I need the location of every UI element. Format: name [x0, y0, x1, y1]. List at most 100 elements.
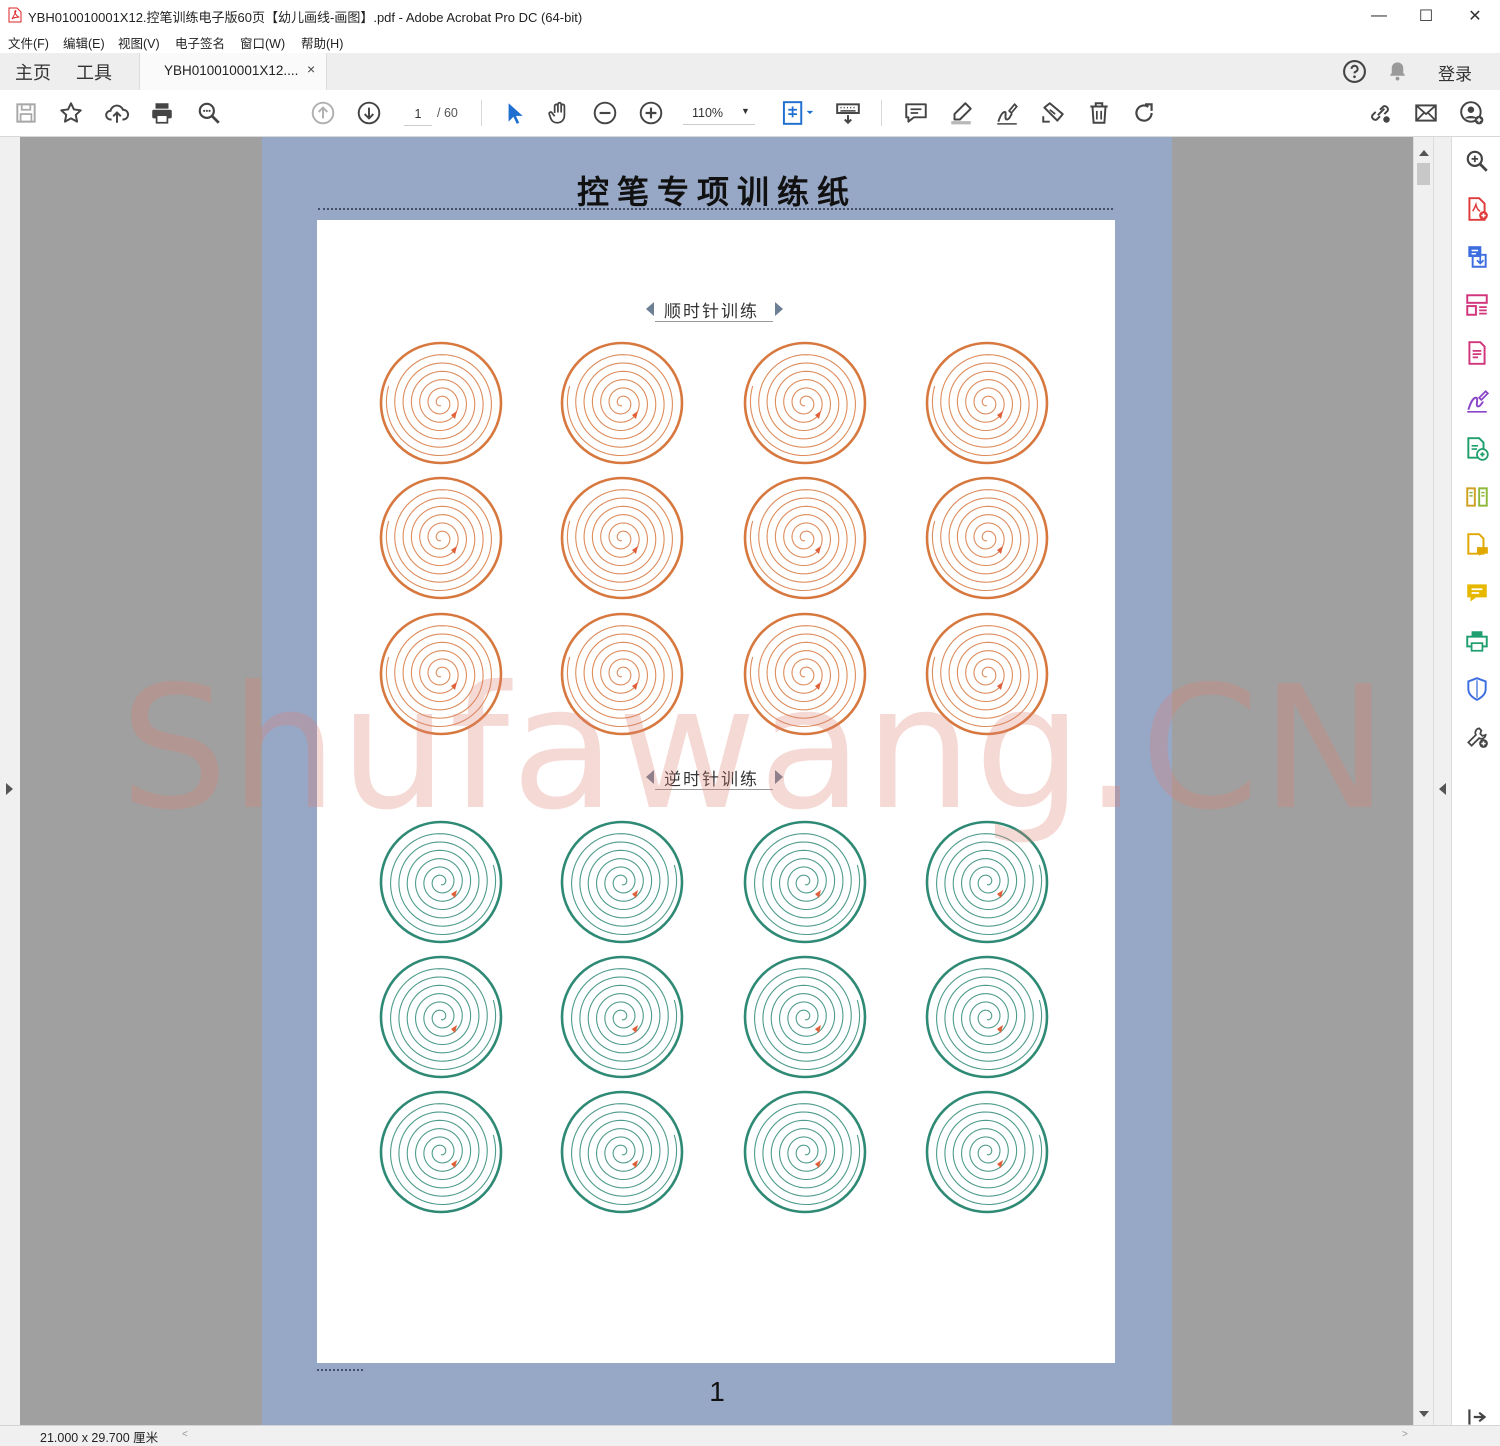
zoom-in-icon: [639, 101, 663, 125]
scroll-down-arrow-icon[interactable]: [1419, 1411, 1429, 1417]
stamp-button[interactable]: [1039, 99, 1067, 127]
compare-icon: [1466, 487, 1488, 507]
sign-button[interactable]: [993, 99, 1021, 127]
add-user-icon: [1460, 101, 1484, 125]
document-title: 控笔专项训练纸: [576, 173, 857, 211]
tab-document[interactable]: YBH010010001X12.... ×: [139, 53, 327, 90]
find-button[interactable]: [195, 99, 223, 127]
fill-sign-icon: [1467, 390, 1490, 413]
notification-bell-icon[interactable]: [1386, 59, 1409, 83]
stamp-icon: [1042, 102, 1064, 123]
counterclockwise-spiral: [925, 820, 1049, 944]
add-user-button[interactable]: [1458, 99, 1486, 127]
tool-print-production[interactable]: [1463, 627, 1491, 655]
upload-cloud-icon: [105, 104, 130, 123]
scroll-thumb[interactable]: [1417, 163, 1430, 185]
clockwise-spiral: [743, 612, 867, 736]
menu-edit[interactable]: 编辑(E): [63, 33, 105, 52]
vertical-scrollbar[interactable]: [1413, 137, 1434, 1425]
tab-bar: 主页 工具 YBH010010001X12.... × 登录: [0, 53, 1500, 91]
collapse-right-icon: [1439, 783, 1446, 795]
page-number-input[interactable]: 1: [404, 103, 432, 126]
close-tab-button[interactable]: ×: [307, 61, 315, 77]
tool-combine-files[interactable]: [1463, 435, 1491, 463]
scroll-up-arrow-icon[interactable]: [1419, 150, 1429, 156]
save-button[interactable]: [12, 99, 40, 127]
print-production-icon: [1466, 631, 1488, 652]
counterclockwise-spiral: [925, 955, 1049, 1079]
print-button[interactable]: [148, 99, 176, 127]
toolbar-separator: [881, 100, 882, 126]
bookmark-button[interactable]: [57, 99, 85, 127]
clockwise-spiral: [925, 341, 1049, 465]
highlight-button[interactable]: [947, 99, 975, 127]
counterclockwise-spiral: [743, 820, 867, 944]
read-mode-button[interactable]: [834, 99, 862, 127]
tool-fill-sign[interactable]: [1463, 387, 1491, 415]
maximize-button[interactable]: ☐: [1403, 0, 1449, 31]
chevron-down-icon: ▼: [741, 106, 750, 116]
tool-more-tools[interactable]: [1463, 723, 1491, 751]
menu-view[interactable]: 视图(V): [118, 33, 160, 52]
section-underline: [655, 321, 773, 322]
login-button[interactable]: 登录: [1438, 60, 1472, 85]
print-icon: [152, 103, 172, 124]
clockwise-spiral: [925, 476, 1049, 600]
comment-button[interactable]: [902, 99, 930, 127]
section-title-counterclockwise: 逆时针训练: [664, 770, 759, 790]
section-right-arrow-icon: [775, 770, 783, 784]
tab-home[interactable]: 主页: [15, 59, 51, 85]
tool-send-review[interactable]: [1463, 531, 1491, 559]
minimize-button[interactable]: —: [1356, 0, 1402, 31]
zoom-level-value: 110%: [692, 106, 724, 120]
tool-export-pdf[interactable]: [1463, 243, 1491, 271]
clockwise-spiral: [560, 612, 684, 736]
tool-comment[interactable]: [1463, 579, 1491, 607]
zoom-level-select[interactable]: 110% ▼: [683, 102, 755, 125]
right-panel-toggle[interactable]: [1433, 137, 1452, 1425]
zoom-in-button[interactable]: [637, 99, 665, 127]
rotate-button[interactable]: [1130, 99, 1158, 127]
counterclockwise-spiral: [560, 955, 684, 1079]
menu-e-sign[interactable]: 电子签名: [175, 33, 225, 52]
tool-compare[interactable]: [1463, 483, 1491, 511]
next-page-button[interactable]: [355, 99, 383, 127]
counterclockwise-spiral: [379, 955, 503, 1079]
tool-organize-pages[interactable]: [1463, 291, 1491, 319]
menu-file[interactable]: 文件(F): [8, 33, 49, 52]
tools-pane: [1451, 137, 1500, 1425]
tool-protect[interactable]: [1463, 675, 1491, 703]
page-display-button[interactable]: [778, 99, 818, 127]
help-icon[interactable]: [1342, 59, 1367, 84]
previous-page-button[interactable]: [309, 99, 337, 127]
hand-tool-button[interactable]: [545, 99, 573, 127]
upload-button[interactable]: [103, 99, 131, 127]
menu-help[interactable]: 帮助(H): [301, 33, 343, 52]
protect-icon: [1467, 677, 1487, 701]
expand-left-icon: [6, 783, 13, 795]
tab-tools[interactable]: 工具: [76, 59, 112, 85]
close-window-button[interactable]: ✕: [1452, 0, 1498, 31]
bookmark-star-icon: [60, 102, 82, 123]
clockwise-spiral: [379, 612, 503, 736]
organize-pages-icon: [1466, 294, 1488, 316]
share-link-button[interactable]: [1366, 99, 1394, 127]
email-button[interactable]: [1412, 99, 1440, 127]
tool-create-pdf[interactable]: [1463, 195, 1491, 223]
horizontal-scroll-right-icon[interactable]: >: [1402, 1429, 1408, 1440]
select-tool-button[interactable]: [500, 99, 528, 127]
horizontal-scroll-left-icon[interactable]: <: [182, 1429, 188, 1440]
export-pdf-icon: [1468, 246, 1487, 268]
zoom-out-button[interactable]: [591, 99, 619, 127]
delete-button[interactable]: [1085, 99, 1113, 127]
counterclockwise-spiral: [560, 1090, 684, 1214]
toolbar-separator: [481, 100, 482, 126]
menu-window[interactable]: 窗口(W): [240, 33, 285, 52]
keyboard-icon: [836, 103, 860, 125]
clockwise-spiral: [560, 341, 684, 465]
highlight-icon: [951, 102, 972, 125]
section-right-arrow-icon: [775, 302, 783, 316]
tool-search-zoom[interactable]: [1463, 147, 1491, 175]
tool-edit-pdf[interactable]: [1463, 339, 1491, 367]
left-panel-toggle[interactable]: [0, 137, 20, 1425]
